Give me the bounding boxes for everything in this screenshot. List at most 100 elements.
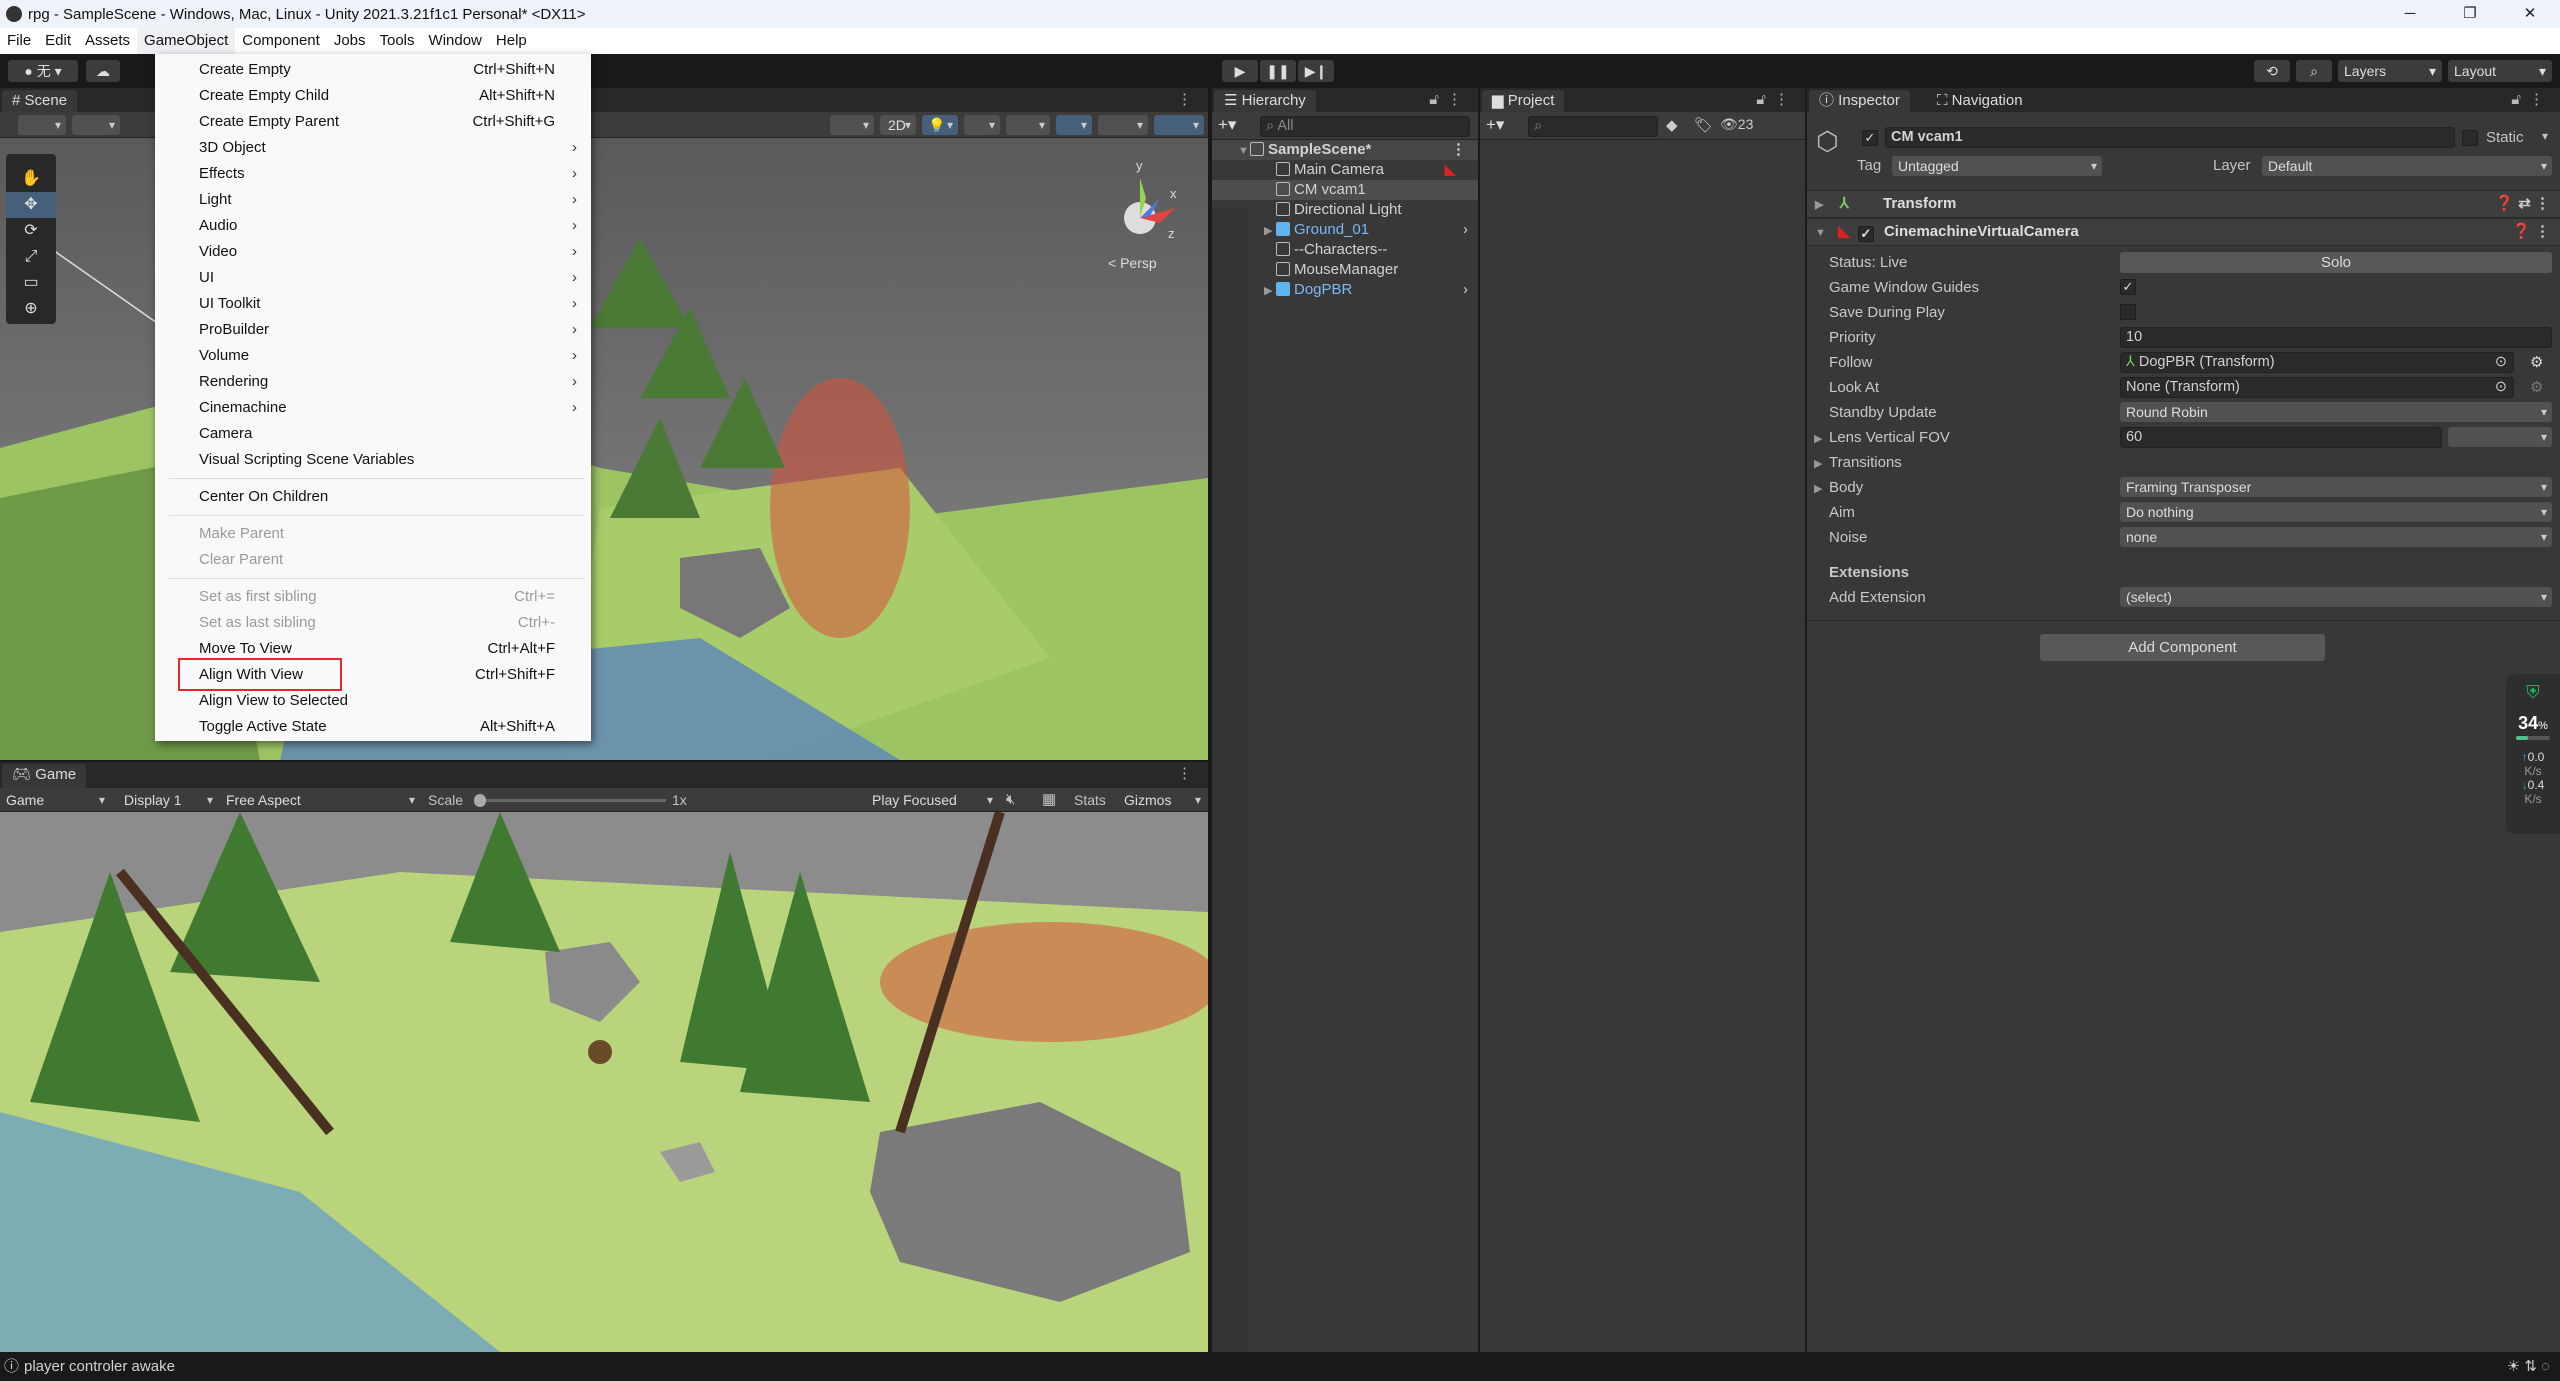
status-tray-icons[interactable]: ☀ ⇅ ◌	[2507, 1352, 2550, 1381]
foldout-arrow-icon[interactable]: ▼	[1238, 141, 1250, 161]
hierarchy-item[interactable]: ▶ DogPBR ›	[1212, 280, 1478, 300]
lock-and-menu-icon[interactable]: 🔓︎⋮	[2511, 90, 2552, 108]
object-picker-icon[interactable]: ⊙	[2495, 378, 2507, 397]
menu-item-light[interactable]: Light ›	[155, 187, 591, 213]
tab-game[interactable]: 🎮︎ Game	[2, 764, 87, 788]
foldout-arrow-icon[interactable]: ▶	[1264, 221, 1276, 241]
menu-item-audio[interactable]: Audio ›	[155, 213, 591, 239]
play-mode-dropdown[interactable]: Play Focused	[866, 790, 998, 810]
create-button[interactable]: +▾	[1218, 115, 1236, 135]
menu-item-probuilder[interactable]: ProBuilder ›	[155, 317, 591, 343]
menu-item-video[interactable]: Video ›	[155, 239, 591, 265]
menu-item-rendering[interactable]: Rendering ›	[155, 369, 591, 395]
effects-dropdown[interactable]	[1006, 115, 1050, 135]
lighting-toggle[interactable]: 💡	[922, 115, 958, 135]
layers-dropdown[interactable]: Layers ▾	[2338, 60, 2442, 82]
create-button[interactable]: +▾	[1486, 115, 1504, 135]
menu-item-visual-scripting-scene-variables[interactable]: Visual Scripting Scene Variables	[155, 447, 591, 473]
hand-tool-icon[interactable]: ✋	[6, 166, 56, 192]
lens-vertical-fov-input[interactable]: 60	[2120, 427, 2442, 448]
tab-scene[interactable]: # Scene	[2, 90, 78, 112]
menu-item-center-on-children[interactable]: Center On Children	[155, 484, 591, 510]
shading-dropdown[interactable]	[830, 115, 874, 135]
menu-file[interactable]: File	[0, 28, 38, 54]
scale-slider[interactable]	[474, 794, 666, 807]
maximize-button[interactable]: ❐	[2440, 0, 2500, 28]
rotate-tool-icon[interactable]: ⟳	[6, 218, 56, 244]
menu-edit[interactable]: Edit	[38, 28, 78, 54]
tab-hierarchy[interactable]: ☰ Hierarchy	[1214, 90, 1316, 112]
2d-toggle[interactable]: 2D	[880, 115, 916, 135]
static-dropdown-icon[interactable]: ▾	[2542, 129, 2548, 143]
display-dropdown[interactable]: Display 1	[118, 790, 218, 810]
layer-dropdown[interactable]: Default	[2262, 156, 2552, 176]
tag-dropdown[interactable]: Untagged	[1892, 156, 2102, 176]
menu-item-toggle-active-state[interactable]: Toggle Active State Alt+Shift+A	[155, 714, 591, 740]
global-dropdown[interactable]	[72, 115, 120, 135]
menu-item-volume[interactable]: Volume ›	[155, 343, 591, 369]
hierarchy-item[interactable]: MouseManager	[1212, 260, 1478, 280]
menu-gameobject[interactable]: GameObject	[137, 28, 236, 54]
cloud-button[interactable]: ☁	[86, 60, 120, 82]
status-message[interactable]: player controler awake	[24, 1358, 175, 1375]
hierarchy-item[interactable]: ▼ SampleScene* ⋮	[1212, 140, 1478, 160]
foldout-arrow-icon[interactable]: ▶	[1814, 477, 1829, 502]
follow-object-field[interactable]: ⅄ DogPBR (Transform) ⊙	[2120, 352, 2514, 373]
aim-dropdown[interactable]: Do nothing	[2120, 502, 2552, 522]
priority-input[interactable]: 10	[2120, 327, 2552, 348]
cinemachine-component-header[interactable]: ▼ ◣ ✓ CinemachineVirtualCamera ❓ ⋮	[1807, 218, 2560, 246]
menu-item-3d-object[interactable]: 3D Object ›	[155, 135, 591, 161]
standby-update-dropdown[interactable]: Round Robin	[2120, 402, 2552, 422]
hierarchy-item[interactable]: --Characters--	[1212, 240, 1478, 260]
look-at-settings-gear-icon[interactable]: ⚙	[2530, 378, 2543, 396]
scale-tool-icon[interactable]: ⤢	[6, 244, 56, 270]
hidden-packages-toggle[interactable]: 👁︎23	[1720, 116, 1753, 133]
menu-item-ui-toolkit[interactable]: UI Toolkit ›	[155, 291, 591, 317]
search-by-type-icon[interactable]: ◆	[1666, 116, 1678, 134]
tab-project[interactable]: ▆ Project	[1482, 90, 1565, 112]
hierarchy-item[interactable]: Directional Light	[1212, 200, 1478, 220]
menu-item-create-empty[interactable]: Create Empty Ctrl+Shift+N	[155, 57, 591, 83]
menu-item-ui[interactable]: UI ›	[155, 265, 591, 291]
hierarchy-item[interactable]: CM vcam1	[1212, 180, 1478, 200]
body-label[interactable]: ▶ Body	[1814, 475, 1863, 500]
foldout-arrow-icon[interactable]: ▶	[1814, 452, 1829, 477]
move-tool-icon[interactable]: ✥	[6, 192, 56, 218]
menu-item-align-view-to-selected[interactable]: Align View to Selected	[155, 688, 591, 714]
body-dropdown[interactable]: Framing Transposer	[2120, 477, 2552, 497]
menu-help[interactable]: Help	[489, 28, 534, 54]
game-window-guides-checkbox[interactable]: ✓	[2120, 279, 2136, 295]
persp-label[interactable]: < Persp	[1108, 255, 1157, 271]
foldout-arrow-icon[interactable]: ▶	[1814, 427, 1829, 452]
lock-and-menu-icon[interactable]: 🔓︎⋮	[1429, 90, 1470, 108]
tab-inspector[interactable]: ⓘ Inspector	[1809, 90, 1910, 112]
object-picker-icon[interactable]: ⊙	[2495, 353, 2507, 372]
play-button[interactable]: ▶	[1222, 60, 1258, 82]
component-enabled-checkbox[interactable]: ✓	[1857, 226, 1874, 242]
menu-item-create-empty-child[interactable]: Create Empty Child Alt+Shift+N	[155, 83, 591, 109]
tab-navigation[interactable]: ⛶ Navigation	[1927, 90, 2033, 112]
minimize-button[interactable]: ─	[2380, 0, 2440, 28]
menu-tools[interactable]: Tools	[373, 28, 422, 54]
search-by-label-icon[interactable]: 🏷︎	[1694, 116, 1713, 134]
hierarchy-search-input[interactable]: ⌕ All	[1260, 116, 1470, 137]
more-icon[interactable]: ⋮	[1177, 90, 1200, 108]
transform-component-header[interactable]: ▶ ⅄ Transform ❓ ⇄ ⋮	[1807, 190, 2560, 218]
grid-icon[interactable]: ▦	[1042, 790, 1056, 810]
rect-tool-icon[interactable]: ▭	[6, 270, 56, 296]
lens-vertical-fov-label[interactable]: ▶ Lens Vertical FOV	[1814, 425, 1950, 450]
gizmos-dropdown[interactable]	[1154, 115, 1204, 135]
project-search-input[interactable]: ⌕	[1528, 116, 1658, 137]
foldout-arrow-icon[interactable]: ▶	[1264, 281, 1276, 301]
more-icon[interactable]: ⋮	[1451, 140, 1466, 160]
help-preset-menu-icons[interactable]: ❓ ⇄ ⋮	[2495, 191, 2550, 217]
more-icon[interactable]: ⋮	[1177, 764, 1200, 782]
close-button[interactable]: ✕	[2500, 0, 2560, 28]
lock-and-menu-icon[interactable]: 🔓︎⋮	[1756, 90, 1797, 108]
aspect-dropdown[interactable]: Free Aspect	[220, 790, 420, 810]
game-view-dropdown[interactable]: Game	[0, 790, 110, 810]
transitions-label[interactable]: ▶ Transitions	[1814, 450, 1902, 475]
history-button[interactable]: ⟲	[2254, 60, 2290, 82]
add-extension-dropdown[interactable]: (select)	[2120, 587, 2552, 607]
save-during-play-checkbox[interactable]	[2120, 304, 2136, 320]
